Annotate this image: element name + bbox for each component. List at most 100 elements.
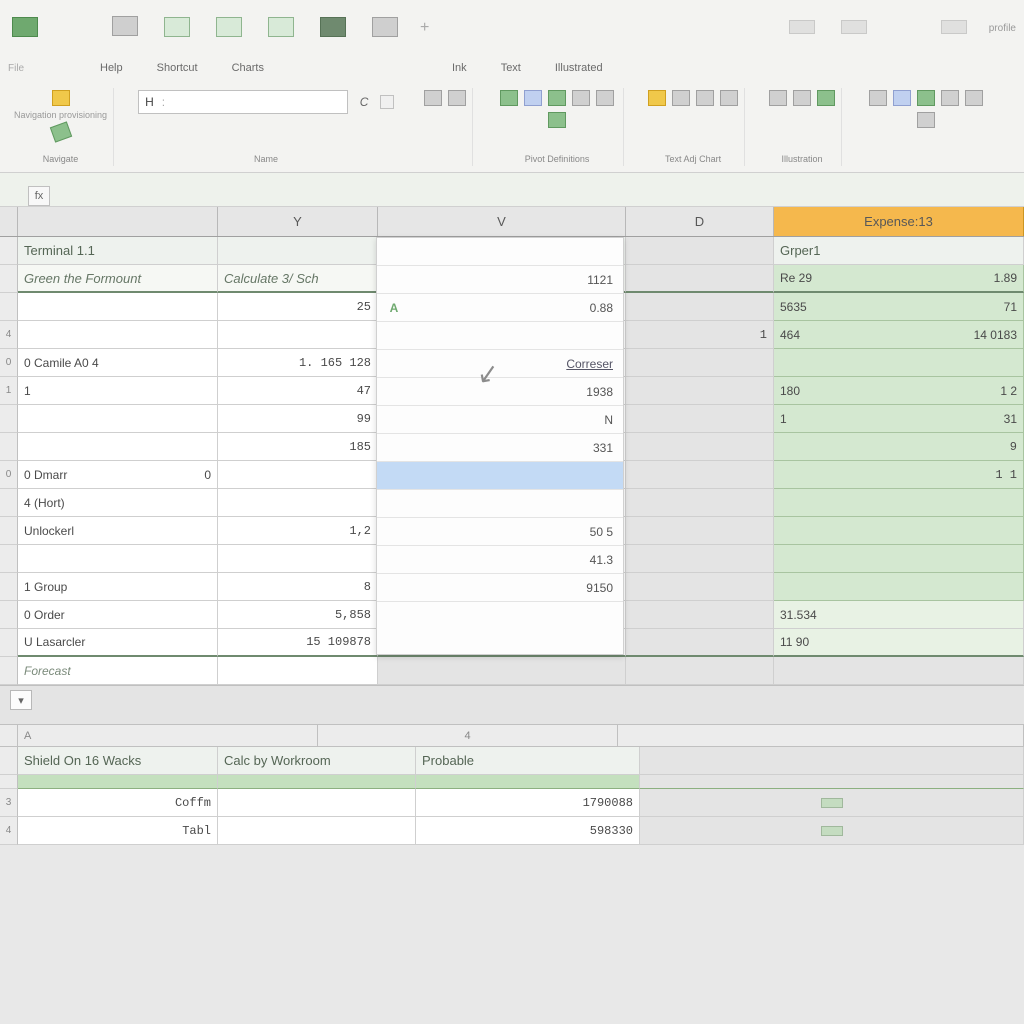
cell[interactable] [416, 775, 640, 789]
tool-icon-2[interactable] [448, 90, 466, 106]
cell[interactable]: 99 [218, 405, 378, 433]
cell[interactable]: Green the Formount [18, 265, 218, 293]
tab-shortcut[interactable]: Shortcut [157, 62, 198, 74]
cell[interactable] [218, 657, 378, 685]
ribbon-btn-5[interactable] [316, 11, 350, 45]
ribbon-add-icon[interactable]: + [420, 19, 429, 37]
cell[interactable]: Unlockerl [18, 517, 218, 545]
row-header[interactable] [0, 489, 18, 517]
bottom-col-b[interactable]: 4 [318, 725, 618, 747]
cell[interactable]: Tabl [18, 817, 218, 845]
cell[interactable] [640, 747, 1024, 775]
pivot-icon-2[interactable] [524, 90, 542, 106]
row-header[interactable] [0, 657, 18, 685]
popup-row[interactable] [377, 238, 623, 266]
popup-row[interactable]: 50 5 [377, 518, 623, 546]
text-icon-1[interactable] [648, 90, 666, 106]
cell[interactable] [626, 489, 774, 517]
popup-row[interactable]: A 0.88 [377, 294, 623, 322]
last-icon-2[interactable] [893, 90, 911, 106]
row-header[interactable] [0, 265, 18, 293]
ill-icon-2[interactable] [793, 90, 811, 106]
row-header[interactable] [0, 545, 18, 573]
row-header[interactable] [0, 237, 18, 265]
cell[interactable] [626, 629, 774, 657]
cell[interactable] [18, 321, 218, 349]
row-header[interactable]: 0 [0, 349, 18, 377]
ribbon-btn-2[interactable] [160, 11, 194, 45]
cell[interactable] [774, 489, 1024, 517]
col-header-d[interactable]: D [626, 207, 774, 236]
row-header[interactable] [0, 629, 18, 657]
cell[interactable]: 0 Dmarr0 [18, 461, 218, 489]
cell[interactable]: 1 [18, 377, 218, 405]
cell[interactable]: 464 14 0183 [774, 321, 1024, 349]
cell[interactable] [626, 461, 774, 489]
cell[interactable] [18, 545, 218, 573]
cell[interactable]: 15 109878 [218, 629, 378, 657]
cell[interactable]: 1 1 [774, 461, 1024, 489]
cell[interactable] [626, 237, 774, 265]
row-header[interactable]: 1 [0, 377, 18, 405]
cell[interactable]: 9 [774, 433, 1024, 461]
row-header[interactable] [0, 747, 18, 775]
cell[interactable] [774, 657, 1024, 685]
tab-charts[interactable]: Charts [232, 62, 264, 74]
cell[interactable]: Coffm [18, 789, 218, 817]
cell[interactable] [218, 817, 416, 845]
row-header[interactable] [0, 293, 18, 321]
dropdown-icon[interactable] [380, 95, 394, 109]
cell[interactable]: 598330 [416, 817, 640, 845]
cell[interactable]: 1 31 [774, 405, 1024, 433]
cell[interactable] [218, 237, 378, 265]
cell[interactable]: 25 [218, 293, 378, 321]
col-header-a[interactable] [18, 207, 218, 236]
cell[interactable] [626, 545, 774, 573]
col-header-c[interactable]: V [378, 207, 626, 236]
context-popup[interactable]: 1121 A 0.88 Correser 1938 N 331 50 5 41.… [376, 237, 624, 655]
cell[interactable]: U Lasarcler [18, 629, 218, 657]
popup-row[interactable]: Correser [377, 350, 623, 378]
cell[interactable]: 180 1 2 [774, 377, 1024, 405]
ribbon-btn-1[interactable] [108, 11, 142, 45]
cell[interactable]: 5635 71 [774, 293, 1024, 321]
tab-help[interactable]: Help [100, 62, 123, 74]
cell[interactable]: 47 [218, 377, 378, 405]
cell[interactable] [18, 433, 218, 461]
cell[interactable] [774, 517, 1024, 545]
select-all-corner[interactable] [0, 207, 18, 236]
cell[interactable]: 1790088 [416, 789, 640, 817]
col-header-b[interactable]: Y [218, 207, 378, 236]
popup-row[interactable]: 1121 [377, 266, 623, 294]
pivot-icon-5[interactable] [596, 90, 614, 106]
cell[interactable] [18, 293, 218, 321]
cell[interactable] [626, 293, 774, 321]
cell[interactable] [18, 775, 218, 789]
folder-icon[interactable] [52, 90, 70, 106]
popup-row[interactable] [377, 490, 623, 518]
cell[interactable]: 8 [218, 573, 378, 601]
text-icon-2[interactable] [672, 90, 690, 106]
cell[interactable] [218, 789, 416, 817]
cell[interactable] [626, 517, 774, 545]
pin-icon[interactable] [49, 121, 71, 142]
cell[interactable] [218, 775, 416, 789]
pivot-icon-1[interactable] [500, 90, 518, 106]
ill-icon-1[interactable] [769, 90, 787, 106]
cell[interactable]: 0 Camile A0 4 [18, 349, 218, 377]
tab-ink[interactable]: Ink [452, 62, 467, 74]
row-header[interactable] [0, 601, 18, 629]
ribbon-btn-6[interactable] [368, 11, 402, 45]
tab-illustrated[interactable]: Illustrated [555, 62, 603, 74]
cell[interactable]: 1 [626, 321, 774, 349]
pivot-icon-4[interactable] [572, 90, 590, 106]
cell[interactable] [626, 657, 774, 685]
row-header[interactable]: 0 [0, 461, 18, 489]
tab-file[interactable]: File [8, 63, 24, 74]
last-icon-4[interactable] [941, 90, 959, 106]
bottom-col-a[interactable]: A [18, 725, 318, 747]
cell[interactable] [640, 775, 1024, 789]
pivot-icon-6[interactable] [548, 112, 566, 128]
row-header[interactable]: 3 [0, 789, 18, 817]
cell[interactable] [218, 321, 378, 349]
